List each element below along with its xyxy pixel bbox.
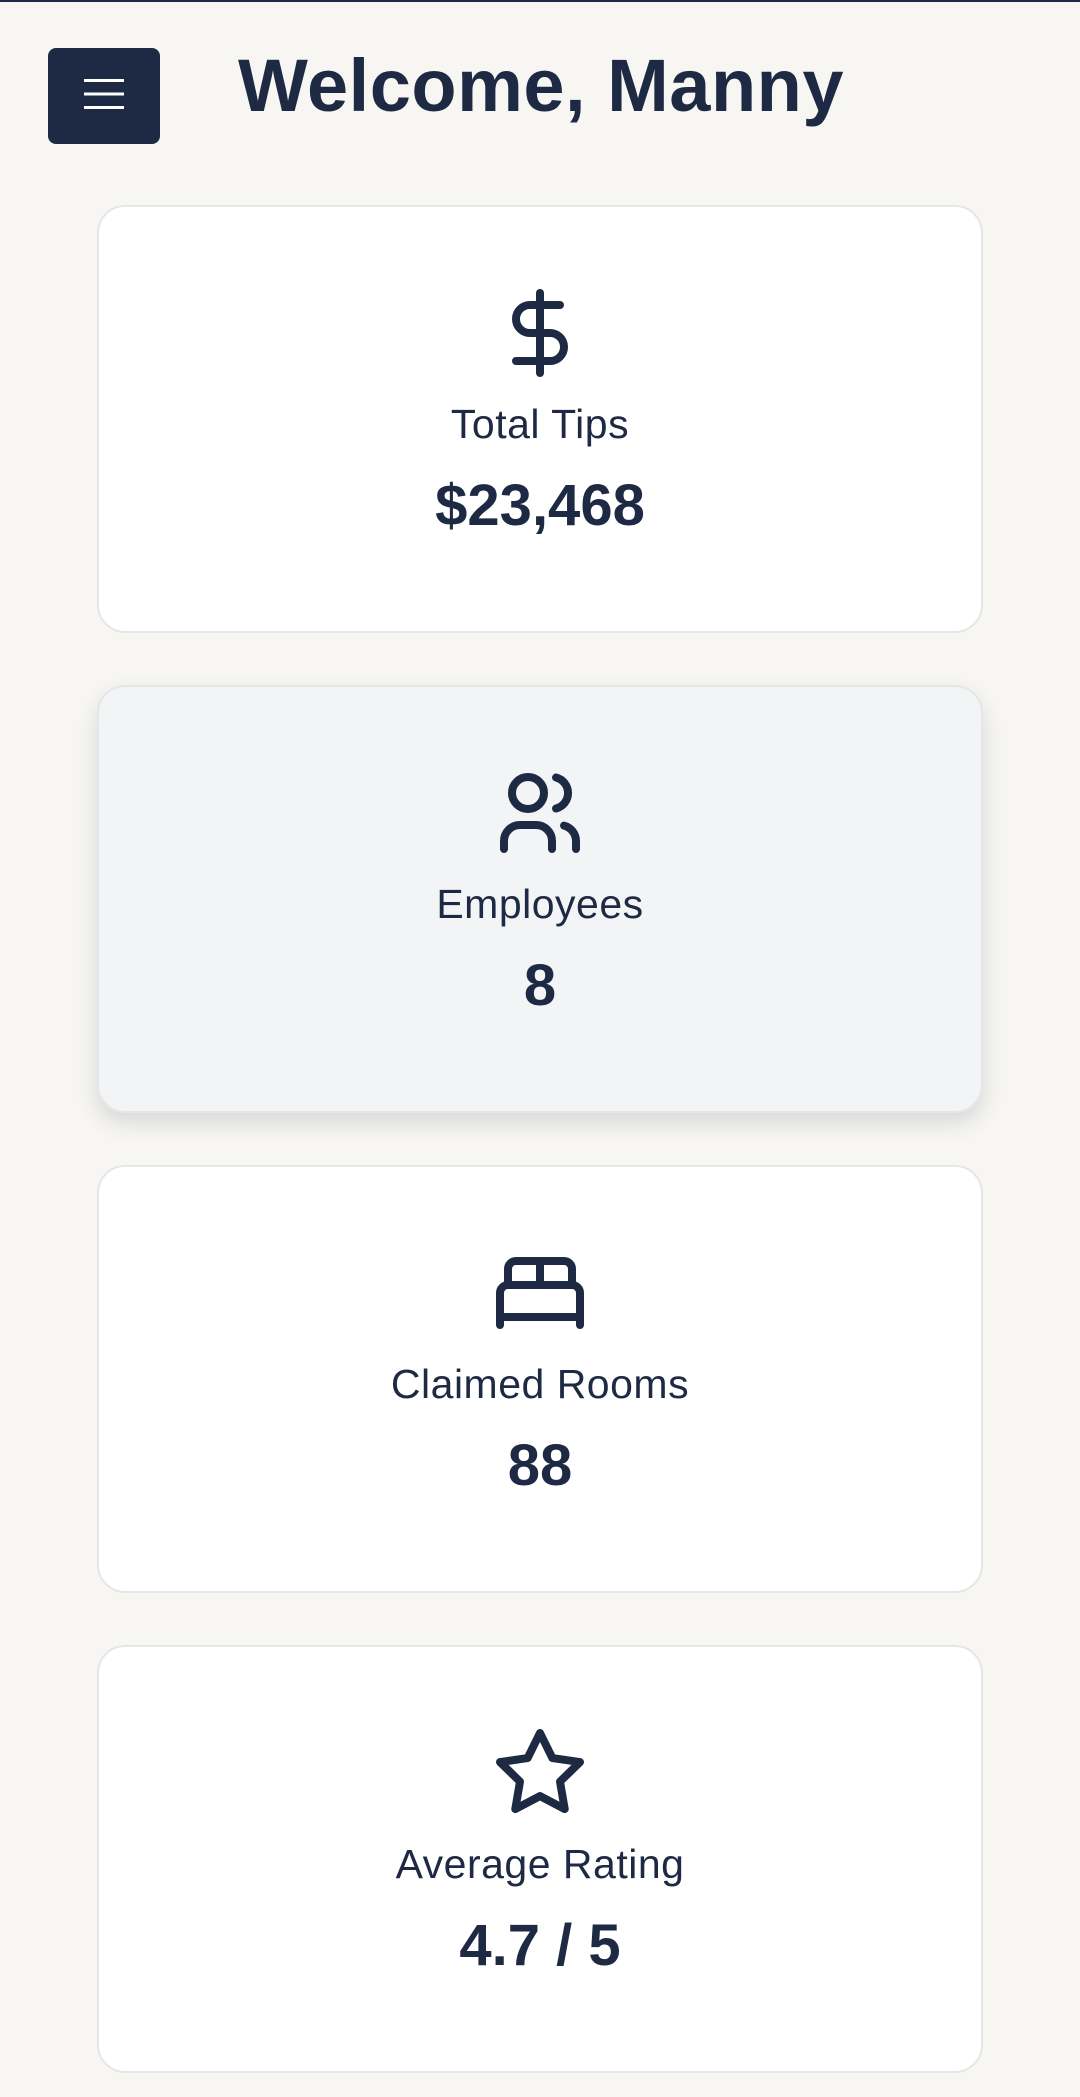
top-border [0, 0, 1080, 2]
stat-label: Total Tips [450, 401, 630, 447]
stat-value: $23,468 [435, 473, 645, 538]
dollar-icon [492, 285, 588, 381]
stat-label: Employees [436, 881, 644, 927]
stat-value: 8 [523, 953, 557, 1018]
total-tips-card[interactable]: Total Tips $23,468 [97, 205, 983, 633]
average-rating-card[interactable]: Average Rating 4.7 / 5 [97, 1645, 983, 2073]
hamburger-menu-icon [84, 77, 124, 116]
star-icon [492, 1725, 588, 1821]
stat-label: Claimed Rooms [390, 1361, 690, 1407]
stat-value: 88 [507, 1433, 573, 1498]
stat-value: 4.7 / 5 [459, 1913, 621, 1978]
claimed-rooms-card[interactable]: Claimed Rooms 88 [97, 1165, 983, 1593]
employees-card[interactable]: Employees 8 [97, 685, 983, 1113]
bed-icon [492, 1245, 588, 1341]
page-title: Welcome, Manny [238, 44, 845, 127]
users-icon [492, 765, 588, 861]
stat-label: Average Rating [395, 1841, 685, 1887]
menu-button[interactable] [48, 48, 160, 144]
